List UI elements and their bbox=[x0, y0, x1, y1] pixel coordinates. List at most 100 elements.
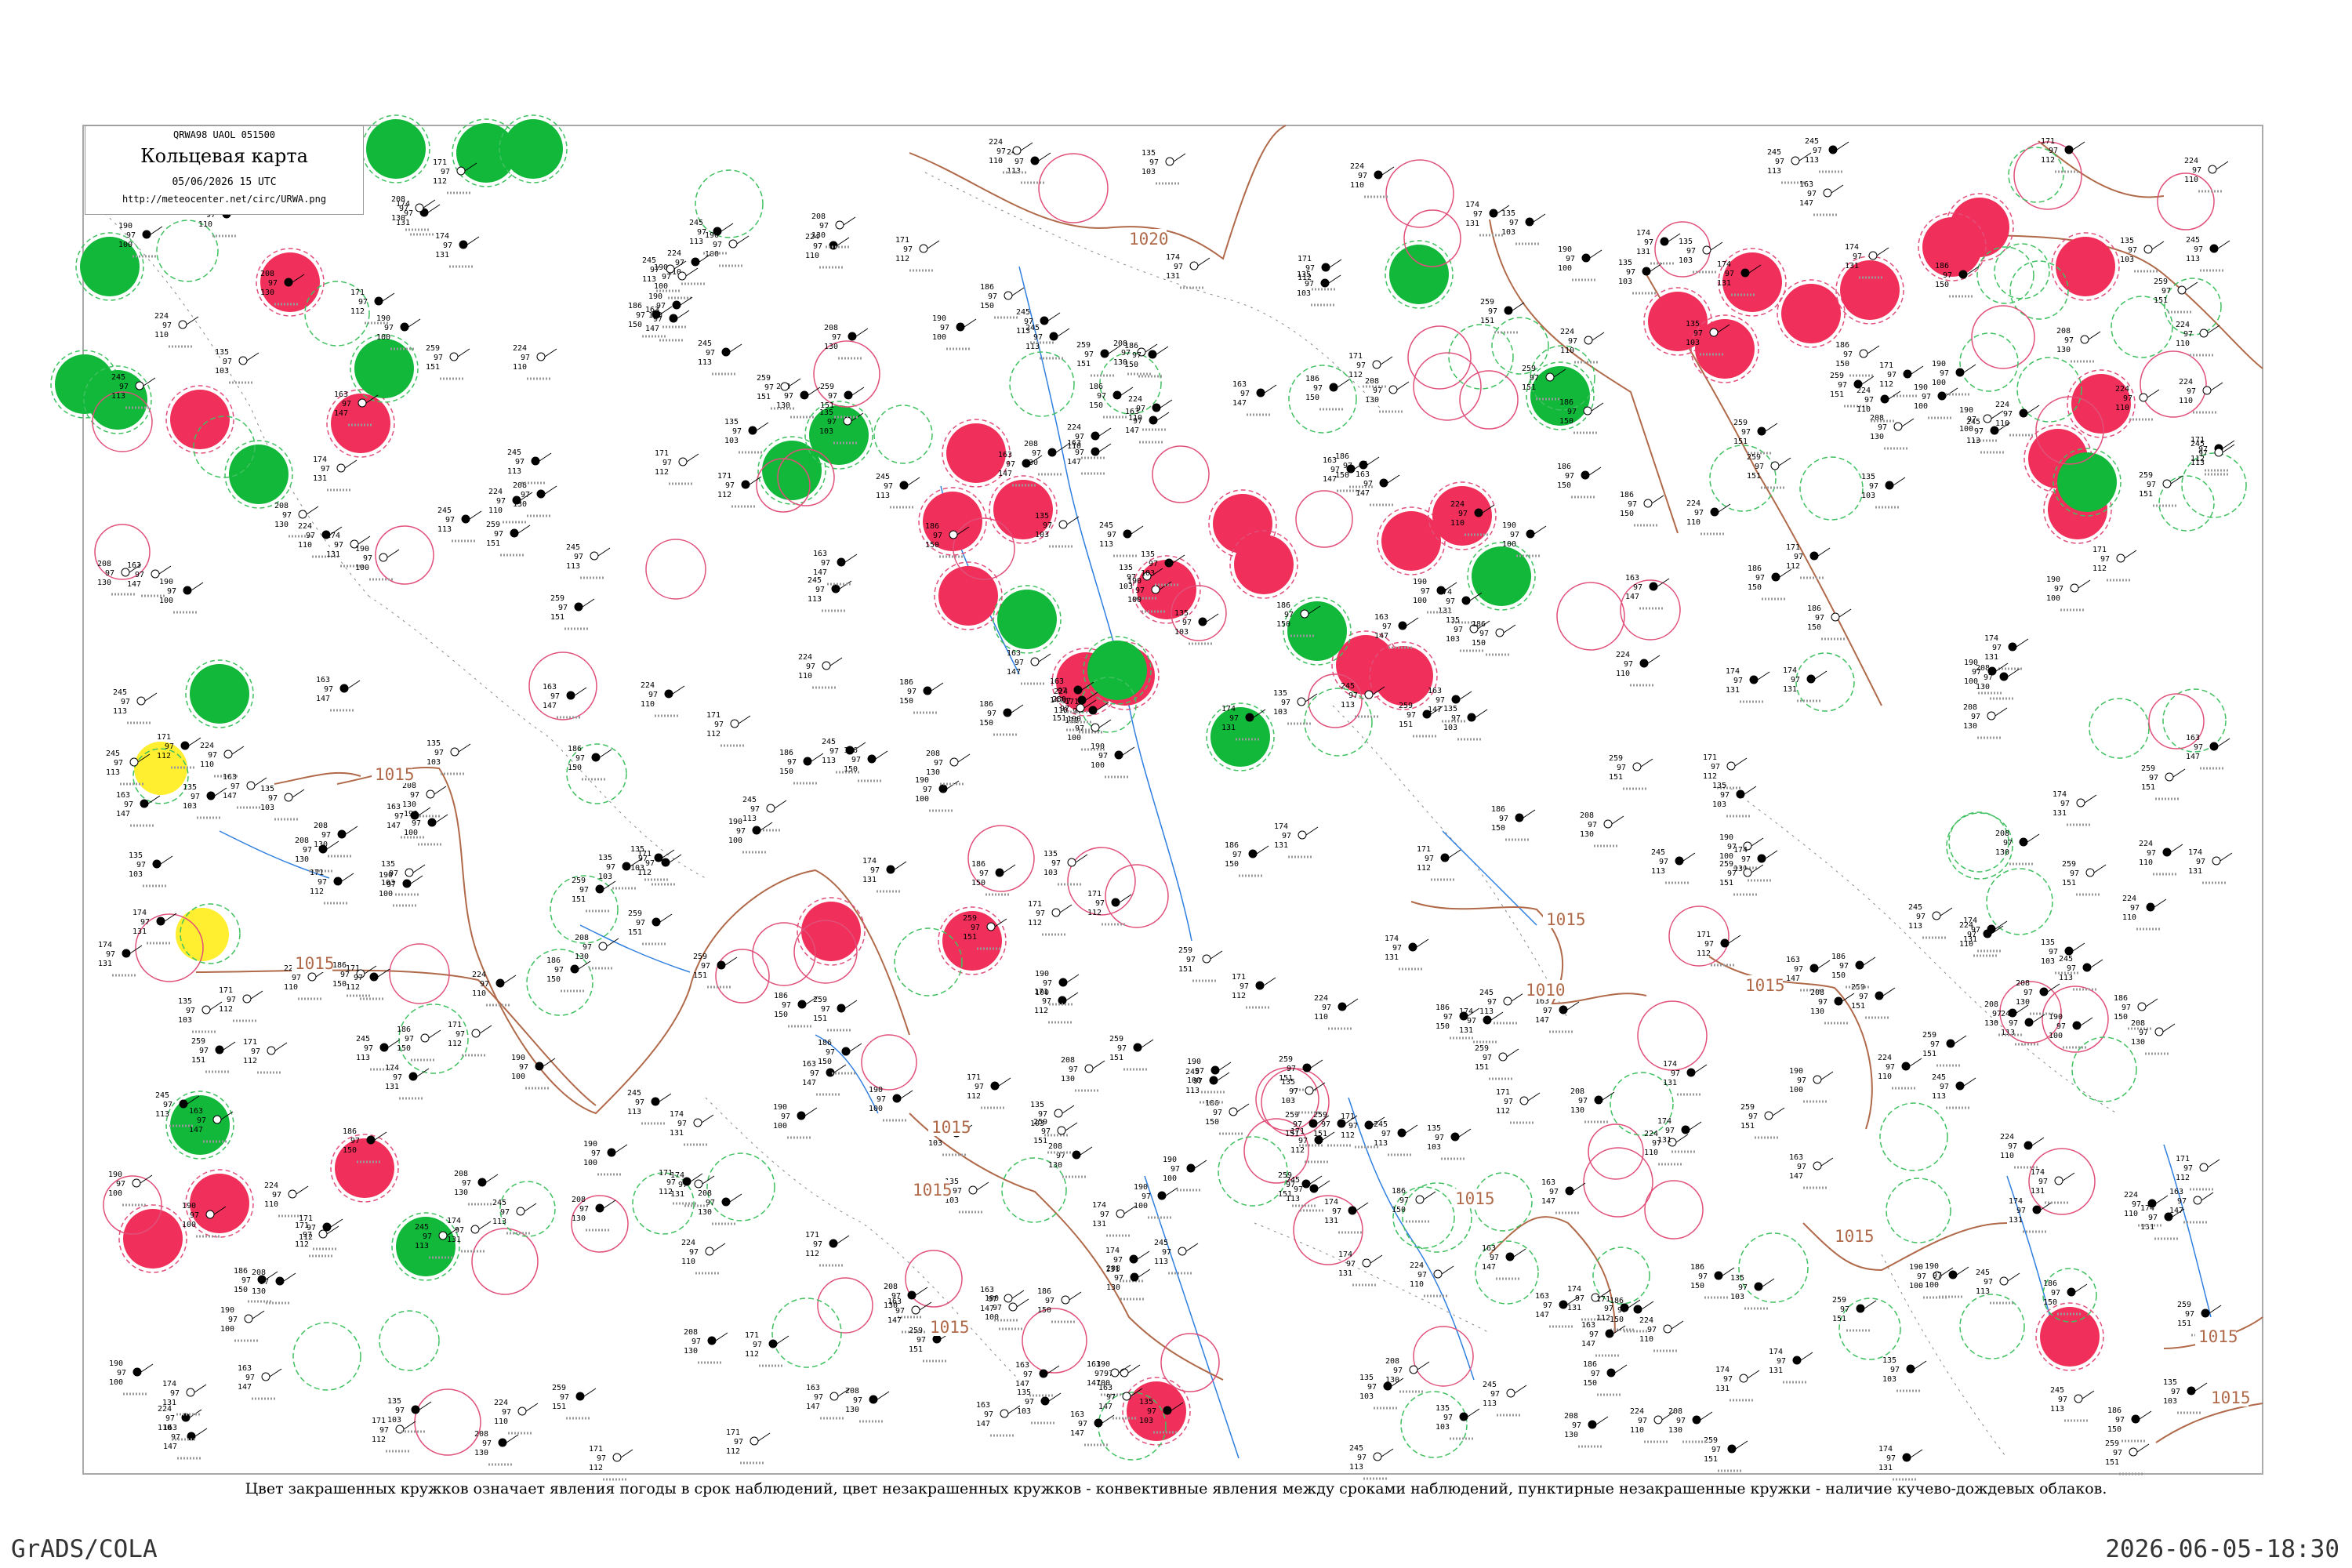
station-marker bbox=[1757, 426, 1766, 436]
station-value: 150 bbox=[1037, 1306, 1051, 1315]
station-value: 97 bbox=[1568, 337, 1577, 346]
shower-circle bbox=[1389, 245, 1449, 304]
station-marker bbox=[1605, 1329, 1614, 1338]
station-plot: 18697150 bbox=[1491, 805, 1536, 841]
station-plot: 19097100 bbox=[1925, 1262, 1969, 1298]
station-plots: 16397147 24597113259971511749713118697150… bbox=[97, 137, 2235, 1481]
station-value: 113 bbox=[1154, 1258, 1168, 1266]
wind-barb bbox=[1057, 328, 1070, 337]
station-value: 174 bbox=[1092, 1201, 1106, 1210]
station-value: 97 bbox=[121, 698, 130, 706]
station-value: 97 bbox=[2009, 1019, 2018, 1028]
station-marker bbox=[938, 784, 948, 793]
station-value: 97 bbox=[1843, 350, 1853, 359]
station-plot: 20897130 bbox=[454, 1170, 499, 1206]
station-marker bbox=[829, 1392, 839, 1401]
station-value: 186 bbox=[2043, 1279, 2057, 1288]
wind-barb bbox=[457, 348, 470, 358]
wind-barb bbox=[1963, 364, 1976, 373]
station-marker bbox=[1373, 1452, 1382, 1461]
wind-barb bbox=[715, 1332, 728, 1341]
wind-barb bbox=[517, 524, 531, 534]
station-marker bbox=[2019, 408, 2028, 418]
station-plot: 25997151 bbox=[628, 909, 673, 946]
shower-circle bbox=[354, 339, 414, 398]
station-marker bbox=[402, 879, 412, 888]
station-plot: 20897130 bbox=[1106, 1265, 1151, 1301]
station-marker bbox=[461, 514, 470, 524]
station-value: 259 bbox=[813, 996, 827, 1004]
station-value: 97 bbox=[1117, 1044, 1127, 1053]
station-marker bbox=[1660, 237, 1669, 246]
station-value: 113 bbox=[1966, 437, 1980, 445]
isobar-line bbox=[2155, 1403, 2263, 1443]
station-value: 97 bbox=[306, 532, 315, 540]
isobar-label: 1015 bbox=[375, 765, 415, 784]
station-plot: 25997151 bbox=[1609, 754, 1653, 790]
wind-barb bbox=[1506, 1048, 1519, 1058]
station-value: 97 bbox=[1062, 697, 1071, 706]
station-marker bbox=[2162, 848, 2172, 857]
station-value: 163 bbox=[1050, 677, 1064, 686]
wind-barb bbox=[539, 452, 552, 462]
station-value: 151 bbox=[1052, 714, 1066, 723]
station-value: 186 bbox=[980, 283, 994, 292]
station-value: 135 bbox=[129, 851, 143, 860]
station-value: 150 bbox=[1276, 620, 1290, 629]
station-value: 171 bbox=[1879, 361, 1893, 370]
station-value: 130 bbox=[684, 1347, 698, 1356]
station-value: 97 bbox=[1617, 764, 1626, 772]
station-marker bbox=[284, 793, 293, 802]
station-plot: 17197112 bbox=[219, 986, 263, 1022]
station-value: 147 bbox=[189, 1126, 203, 1134]
station-value: 97 bbox=[1483, 1054, 1492, 1062]
station-plot: 24597113 bbox=[437, 506, 482, 543]
station-value: 174 bbox=[1783, 666, 1797, 675]
station-value: 113 bbox=[1908, 922, 1922, 931]
station-value: 131 bbox=[1459, 1026, 1473, 1035]
station-value: 130 bbox=[1048, 1161, 1062, 1170]
station-value: 245 bbox=[1479, 989, 1494, 997]
station-value: 135 bbox=[215, 348, 229, 357]
station-value: 224 bbox=[154, 312, 169, 321]
station-value: 97 bbox=[1075, 448, 1084, 457]
station-marker bbox=[415, 203, 424, 212]
station-value: 103 bbox=[1297, 289, 1311, 298]
station-value: 245 bbox=[1976, 1269, 1990, 1277]
station-marker bbox=[1067, 858, 1076, 867]
station-plot: 16397147 bbox=[1541, 1178, 1586, 1214]
station-marker bbox=[1519, 1096, 1529, 1105]
station-value: 97 bbox=[165, 1414, 175, 1423]
station-value: 112 bbox=[2041, 156, 2055, 165]
station-marker bbox=[831, 584, 840, 593]
station-value: 97 bbox=[1135, 586, 1145, 595]
wind-barb bbox=[1194, 1160, 1207, 1169]
wind-barb bbox=[1038, 653, 1051, 662]
station-value: 174 bbox=[1385, 935, 1399, 943]
station-marker bbox=[1072, 1150, 1081, 1160]
station-value: 103 bbox=[183, 802, 197, 811]
station-value: 245 bbox=[2059, 955, 2073, 964]
station-marker bbox=[664, 689, 673, 699]
station-marker bbox=[420, 1033, 430, 1043]
station-plot: 19097100 bbox=[583, 1140, 628, 1176]
wind-barb bbox=[1328, 274, 1341, 284]
station-marker bbox=[257, 1275, 267, 1284]
station-value: 131 bbox=[1657, 1136, 1671, 1145]
station-value: 113 bbox=[2050, 1405, 2064, 1414]
station-value: 147 bbox=[1789, 1172, 1803, 1181]
station-value: 97 bbox=[272, 1191, 281, 1200]
shower-circle bbox=[1287, 601, 1347, 661]
station-marker bbox=[536, 352, 546, 361]
station-value: 110 bbox=[1630, 1426, 1644, 1435]
station-plot: 25997151 bbox=[1832, 1296, 1877, 1332]
station-value: 245 bbox=[689, 219, 703, 227]
station-marker bbox=[1692, 1415, 1701, 1425]
station-marker bbox=[713, 227, 722, 236]
station-marker bbox=[1091, 447, 1100, 456]
station-value: 100 bbox=[511, 1073, 525, 1081]
station-marker bbox=[261, 1372, 270, 1381]
station-value: 245 bbox=[1374, 1120, 1388, 1129]
station-marker bbox=[1077, 695, 1087, 705]
station-value: 130 bbox=[698, 1208, 712, 1217]
